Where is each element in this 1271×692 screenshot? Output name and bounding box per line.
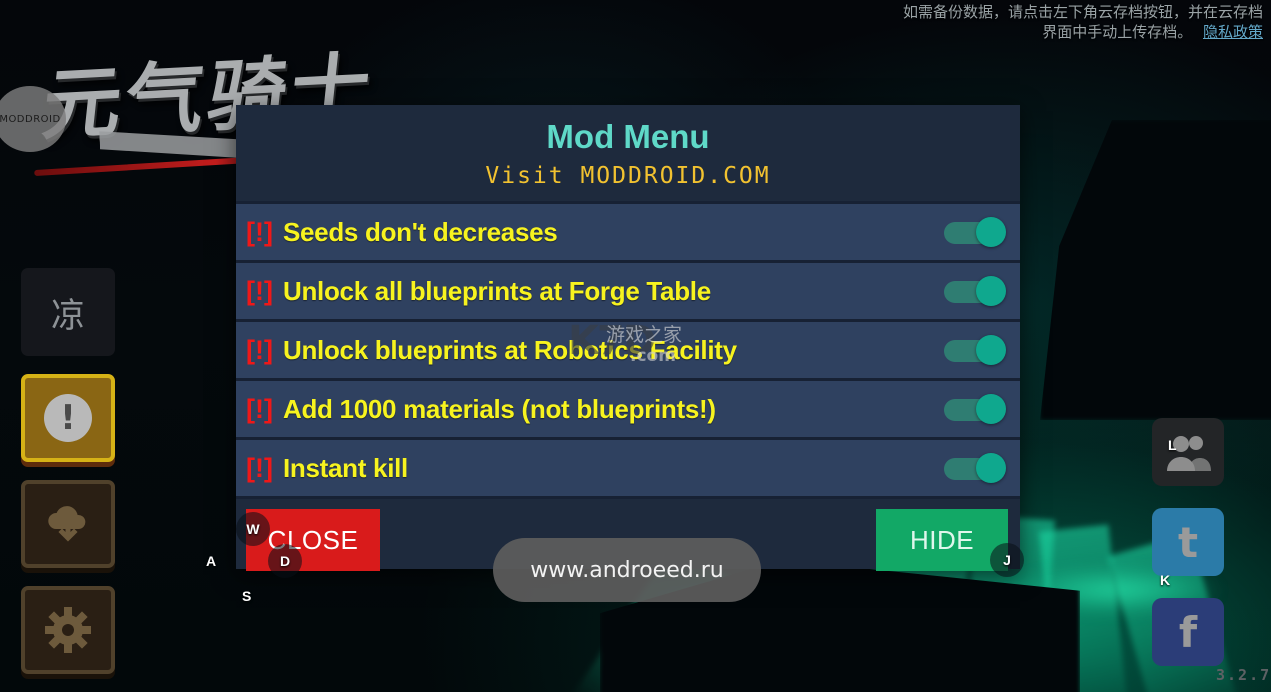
toggle-knob	[976, 453, 1006, 483]
character-portrait-label: 凉	[51, 295, 85, 336]
backup-notice-line2: 界面中手动上传存档。	[1042, 23, 1193, 41]
right-sidebar: t f	[1152, 418, 1226, 688]
mod-row-toggle[interactable]	[944, 453, 1006, 483]
alert-button[interactable]: !	[21, 374, 115, 462]
settings-button[interactable]	[21, 586, 115, 674]
key-marker-a[interactable]: A	[206, 553, 216, 569]
cloud-save-button[interactable]	[21, 480, 115, 568]
warning-icon: [!]	[246, 452, 273, 483]
mod-menu-rows: [!] Seeds don't decreases [!] Unlock all…	[236, 201, 1020, 499]
hide-button[interactable]: HIDE	[876, 509, 1008, 571]
key-marker-l[interactable]: L	[1168, 437, 1177, 453]
toggle-knob	[976, 217, 1006, 247]
cloud-download-icon	[43, 499, 93, 549]
mod-menu-panel: Mod Menu Visit MODDROID.COM [!] Seeds do…	[236, 105, 1020, 571]
mod-row-label: Instant kill	[282, 452, 408, 483]
character-portrait-button[interactable]: 凉	[21, 268, 115, 356]
mod-row-label: Unlock blueprints at Robotics Facility	[282, 334, 737, 365]
mod-row-label: Unlock all blueprints at Forge Table	[282, 275, 711, 306]
key-marker-s[interactable]: S	[242, 588, 251, 604]
key-marker-w[interactable]: W	[236, 512, 270, 546]
version-label: 3.2.7	[1216, 666, 1271, 684]
backup-notice-line1: 如需备份数据，请点击左下角云存档按钮，并在云存档	[902, 3, 1263, 21]
toggle-knob	[976, 276, 1006, 306]
mod-menu-subtitle: Visit MODDROID.COM	[485, 163, 771, 189]
mod-row-label: Seeds don't decreases	[282, 216, 558, 247]
mod-menu-header: Mod Menu Visit MODDROID.COM	[236, 105, 1020, 201]
friends-button[interactable]	[1152, 418, 1224, 486]
mod-row[interactable]: [!] Unlock all blueprints at Forge Table	[236, 263, 1020, 322]
warning-icon: [!]	[246, 393, 273, 424]
mod-row[interactable]: [!] Unlock blueprints at Robotics Facili…	[236, 322, 1020, 381]
gear-icon	[43, 605, 93, 655]
mod-row-label: Add 1000 materials (not blueprints!)	[282, 393, 716, 424]
key-marker-j[interactable]: J	[990, 543, 1024, 577]
backup-notice: 如需备份数据，请点击左下角云存档按钮，并在云存档 界面中手动上传存档。 隐私政策	[763, 2, 1263, 42]
mod-row[interactable]: [!] Instant kill	[236, 440, 1020, 499]
facebook-button[interactable]: f	[1152, 598, 1224, 666]
game-screen: 如需备份数据，请点击左下角云存档按钮，并在云存档 界面中手动上传存档。 隐私政策…	[0, 0, 1271, 692]
key-marker-k[interactable]: K	[1160, 572, 1170, 588]
mod-row-toggle[interactable]	[944, 335, 1006, 365]
toggle-knob	[976, 335, 1006, 365]
facebook-icon: f	[1178, 607, 1198, 657]
mod-row-toggle[interactable]	[944, 276, 1006, 306]
mod-row[interactable]: [!] Seeds don't decreases	[236, 204, 1020, 263]
mod-row-toggle[interactable]	[944, 217, 1006, 247]
key-marker-d[interactable]: D	[268, 544, 302, 578]
toggle-knob	[976, 394, 1006, 424]
mod-row[interactable]: [!] Add 1000 materials (not blueprints!)	[236, 381, 1020, 440]
twitter-button[interactable]: t	[1152, 508, 1224, 576]
mod-menu-title: Mod Menu	[546, 118, 710, 155]
twitter-icon: t	[1177, 517, 1199, 567]
mod-row-toggle[interactable]	[944, 394, 1006, 424]
privacy-policy-link[interactable]: 隐私政策	[1203, 23, 1263, 41]
left-sidebar: 凉 !	[21, 268, 117, 692]
warning-icon: [!]	[246, 275, 273, 306]
warning-icon: [!]	[246, 216, 273, 247]
warning-icon: [!]	[246, 334, 273, 365]
exclamation-icon: !	[44, 394, 92, 442]
toast-message: www.androeed.ru	[493, 538, 761, 602]
